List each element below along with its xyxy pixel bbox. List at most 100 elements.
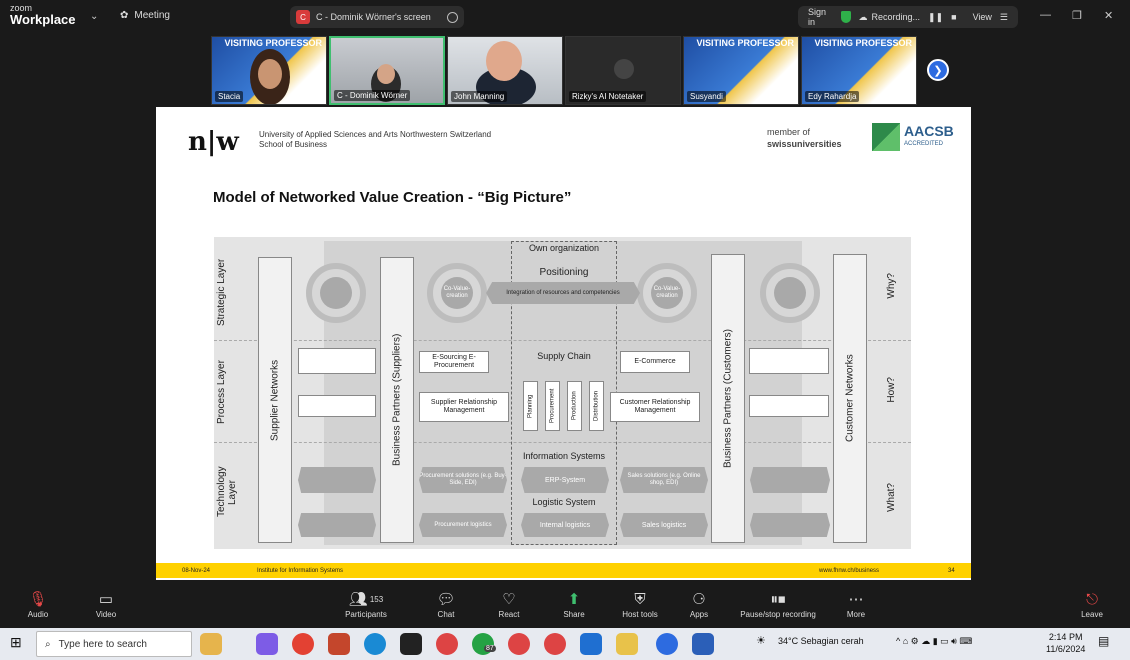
aacsb-logo: AACSB ACCREDITED	[904, 124, 954, 151]
notification-icon[interactable]: ▤	[1098, 634, 1109, 648]
clock[interactable]: 2:14 PM 11/6/2024	[1046, 631, 1085, 655]
apps-icon: ⚆	[692, 591, 706, 608]
aacsb-logo-mark	[872, 123, 900, 151]
view-button[interactable]: View	[973, 12, 992, 22]
footer-institute: Institute for Information Systems	[257, 567, 344, 574]
video-label: Video	[95, 610, 117, 619]
participant-tile[interactable]: VISITING PROFESSOR Edy Rahardja	[801, 36, 917, 105]
pause-icon[interactable]: ❚❚	[928, 12, 943, 23]
pause-recording-button[interactable]: ⏸⏹ Pause/stop recording	[732, 588, 824, 620]
university-name: University of Applied Sciences and Arts …	[259, 130, 491, 150]
windows-taskbar: ⊞ ⌕ Type here to search 87 ☀ 34°C Sebagi…	[0, 628, 1130, 660]
chrome-icon[interactable]	[508, 633, 530, 655]
search-placeholder: Type here to search	[58, 638, 147, 650]
weather-icon: ☀	[756, 635, 766, 647]
participants-count: 153	[369, 594, 384, 604]
participant-name: C - Dominik Wörner	[334, 90, 411, 101]
more-label: More	[846, 610, 866, 619]
mail-icon[interactable]	[580, 633, 602, 655]
word-icon[interactable]	[692, 633, 714, 655]
shield-icon: ⛨	[634, 590, 646, 608]
logistic-system-label: Logistic System	[532, 497, 596, 507]
recording-status[interactable]: Recording...	[872, 12, 921, 22]
meeting-toolbar: 🎙︎ Audio ▭ Video 👥︎ 153 Participants 💬︎ Chat …	[0, 584, 1130, 628]
sign-in-button[interactable]: Sign in	[808, 7, 833, 27]
windows-start-icon[interactable]: ⊞	[10, 634, 22, 651]
illustration-icon[interactable]	[200, 633, 222, 655]
how-label: How?	[886, 377, 897, 403]
maximize-icon[interactable]: ❐	[1072, 9, 1082, 22]
chat-button[interactable]: 💬︎ Chat	[416, 588, 476, 619]
cloud-icon: ☁	[858, 11, 868, 22]
search-icon: ⌕	[45, 638, 51, 650]
poster-text: VISITING PROFESSOR	[814, 38, 912, 48]
participant-tile[interactable]: VISITING PROFESSOR Susyandi	[683, 36, 799, 105]
copilot-icon[interactable]	[256, 633, 278, 655]
whatsapp-badge: 87	[484, 645, 496, 652]
audio-button[interactable]: 🎙︎ Audio	[8, 588, 68, 619]
participant-tile[interactable]: John Manning	[447, 36, 563, 105]
stop-share-icon[interactable]	[447, 11, 458, 23]
react-button[interactable]: ♡ React	[479, 588, 539, 619]
participants-icon: 👥︎ 153	[348, 591, 384, 608]
more-button[interactable]: ⋯ More	[826, 588, 886, 619]
participant-tile-active[interactable]: C - Dominik Wörner	[329, 36, 445, 105]
participant-tile[interactable]: Rizky's AI Notetaker	[565, 36, 681, 105]
face-image	[377, 64, 395, 84]
minimize-icon[interactable]: —	[1040, 9, 1051, 21]
share-icon: C	[296, 10, 310, 24]
react-label: React	[498, 610, 520, 619]
whatsapp-icon[interactable]: 87	[472, 633, 496, 655]
time: 2:14 PM	[1048, 632, 1083, 642]
share-button[interactable]: ⬆ Share	[544, 588, 604, 619]
stop-icon[interactable]: ■	[951, 12, 956, 22]
supply-chain-label: Supply Chain	[537, 351, 591, 361]
date: 11/6/2024	[1046, 644, 1086, 654]
host-tools-button[interactable]: ⛨ Host tools	[610, 588, 670, 620]
shield-icon[interactable]	[840, 11, 851, 23]
meeting-menu[interactable]: ✿ Meeting	[120, 10, 170, 21]
participant-strip: VISITING PROFESSOR Stacia C - Dominik Wö…	[211, 36, 917, 105]
supplier-networks-column: Supplier Networks	[258, 257, 292, 543]
covalue-left: Co-Value-creation	[441, 277, 473, 309]
srm-box: Supplier Relationship Management	[419, 392, 509, 422]
file-explorer-icon[interactable]	[616, 633, 638, 655]
security-icon[interactable]	[400, 633, 422, 655]
tech-hex	[750, 467, 830, 493]
leave-button[interactable]: ⎋ Leave	[1062, 588, 1122, 620]
participants-button[interactable]: 👥︎ 153 Participants	[336, 588, 396, 619]
column-label: Business Partners (Customers)	[722, 329, 734, 468]
chrome-icon[interactable]	[544, 633, 566, 655]
share-label: Share	[563, 610, 585, 619]
powerpoint-icon[interactable]	[328, 633, 350, 655]
share-screen-icon: ⬆	[567, 591, 581, 608]
chevron-down-icon[interactable]: ⌄	[90, 11, 98, 22]
apps-label: Apps	[689, 610, 709, 619]
screen-share-indicator[interactable]: C C - Dominik Wörner's screen	[290, 6, 464, 28]
taskbar-search[interactable]: ⌕ Type here to search	[36, 631, 192, 657]
positioning-label: Positioning	[539, 267, 589, 278]
chrome-icon[interactable]	[436, 633, 458, 655]
university-line-2: School of Business	[259, 140, 328, 149]
column-label: Supplier Networks	[269, 359, 281, 441]
university-line-1: University of Applied Sciences and Arts …	[259, 130, 492, 139]
participant-tile[interactable]: VISITING PROFESSOR Stacia	[211, 36, 327, 105]
value-creation-diagram: Strategic Layer Process Layer Technology…	[214, 237, 911, 549]
what-label: What?	[886, 483, 897, 512]
information-systems-label: Information Systems	[522, 451, 606, 461]
apps-button[interactable]: ⚆ Apps	[669, 588, 729, 619]
close-icon[interactable]: ✕	[1104, 9, 1113, 22]
member-label: member of	[767, 127, 811, 137]
edge-icon[interactable]	[364, 633, 386, 655]
weather-text[interactable]: 34°C Sebagian cerah	[778, 636, 864, 646]
video-button[interactable]: ▭ Video	[76, 588, 136, 619]
participant-name: Edy Rahardja	[805, 91, 860, 102]
chrome-icon[interactable]	[292, 633, 314, 655]
production-box: Production	[567, 381, 582, 431]
next-page-icon[interactable]: ❯	[927, 59, 949, 81]
procurement-solutions: Procurement solutions (e.g. Buy-Side, ED…	[419, 467, 507, 493]
zoom-icon[interactable]	[656, 633, 678, 655]
leave-icon: ⎋	[1086, 590, 1098, 608]
cycle-core	[320, 277, 352, 309]
tray-icons[interactable]: ^ ⌂ ⚙ ☁ ▮ ▭ 🔊︎ ⌨	[896, 636, 972, 647]
